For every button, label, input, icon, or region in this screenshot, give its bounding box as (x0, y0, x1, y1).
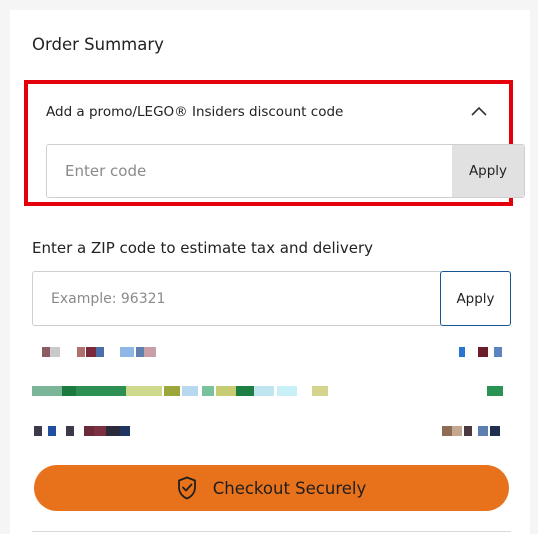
promo-code-field-group: Apply (46, 144, 525, 198)
zip-code-input[interactable] (32, 271, 441, 326)
redacted-subtotal-row (32, 347, 512, 357)
zip-code-field-group: Apply (32, 271, 511, 326)
promo-code-section: Add a promo/LEGO® Insiders discount code… (24, 80, 525, 206)
redacted-total-row (32, 426, 512, 436)
chevron-up-icon[interactable] (469, 102, 489, 122)
order-summary-title: Order Summary (32, 35, 164, 54)
zip-code-label: Enter a ZIP code to estimate tax and del… (32, 239, 373, 257)
zip-apply-button[interactable]: Apply (440, 271, 511, 326)
checkout-securely-button[interactable]: Checkout Securely (34, 465, 509, 511)
checkout-label: Checkout Securely (212, 478, 367, 498)
promo-apply-button[interactable]: Apply (452, 145, 524, 197)
order-summary-panel: Order Summary Add a promo/LEGO® Insiders… (10, 10, 530, 534)
redacted-delivery-row (32, 386, 512, 396)
shield-check-icon (177, 476, 196, 500)
promo-code-input[interactable] (47, 145, 452, 197)
divider (32, 531, 511, 532)
promo-code-toggle-label[interactable]: Add a promo/LEGO® Insiders discount code (46, 104, 343, 120)
